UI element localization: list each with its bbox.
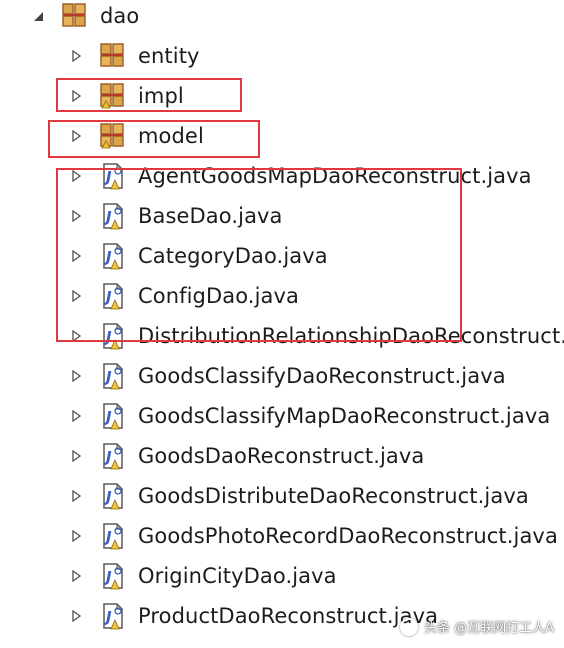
collapsed-arrow-icon[interactable] — [68, 168, 84, 184]
collapsed-arrow-icon[interactable] — [68, 368, 84, 384]
watermark-logo-icon — [399, 617, 418, 636]
tree-node-java-file[interactable]: J GoodsDistributeDaoReconstruct.java — [0, 476, 564, 516]
package-icon — [60, 1, 90, 31]
collapsed-arrow-icon[interactable] — [68, 208, 84, 224]
tree-node-label: BaseDao.java — [138, 204, 283, 228]
collapsed-arrow-icon[interactable] — [68, 528, 84, 544]
collapsed-arrow-icon[interactable] — [68, 608, 84, 624]
tree-node-label: GoodsClassifyMapDaoReconstruct.java — [138, 404, 551, 428]
java-interface-icon: J — [98, 561, 128, 591]
tree-node-label: OriginCityDao.java — [138, 564, 337, 588]
watermark-text: 头条 @互联网打工人A — [423, 621, 554, 636]
watermark: 头条 @互联网打工人A — [399, 617, 554, 636]
collapsed-arrow-icon[interactable] — [68, 328, 84, 344]
java-interface-icon: J — [98, 481, 128, 511]
tree-node-label: GoodsPhotoRecordDaoReconstruct.java — [138, 524, 558, 548]
collapsed-arrow-icon[interactable] — [68, 128, 84, 144]
collapsed-arrow-icon[interactable] — [68, 448, 84, 464]
collapsed-arrow-icon[interactable] — [68, 488, 84, 504]
package-explorer-tree: dao entity impl model J AgentGoodsMapDao… — [0, 0, 564, 648]
tree-node-java-file[interactable]: J GoodsClassifyDaoReconstruct.java — [0, 356, 564, 396]
tree-node-label: entity — [138, 44, 200, 68]
tree-node-label: AgentGoodsMapDaoReconstruct.java — [138, 164, 532, 188]
java-interface-icon: J — [98, 361, 128, 391]
package-icon — [98, 81, 128, 111]
tree-node-label: impl — [138, 84, 184, 108]
tree-node-label: model — [138, 124, 204, 148]
tree-node-label: DistributionRelationshipDaoReconstruct.j… — [138, 324, 564, 348]
java-interface-icon: J — [98, 441, 128, 471]
java-interface-icon: J — [98, 401, 128, 431]
collapsed-arrow-icon[interactable] — [68, 568, 84, 584]
tree-node-java-file[interactable]: J GoodsClassifyMapDaoReconstruct.java — [0, 396, 564, 436]
tree-node-entity[interactable]: entity — [0, 36, 260, 76]
tree-node-label: ConfigDao.java — [138, 284, 299, 308]
tree-node-label: dao — [100, 4, 140, 28]
tree-node-impl[interactable]: impl — [0, 76, 260, 116]
collapsed-arrow-icon[interactable] — [68, 248, 84, 264]
java-interface-icon: J — [98, 241, 128, 271]
tree-node-java-file[interactable]: J OriginCityDao.java — [0, 556, 564, 596]
tree-node-label: ProductDaoReconstruct.java — [138, 604, 439, 628]
java-interface-icon: J — [98, 521, 128, 551]
java-interface-icon: J — [98, 161, 128, 191]
tree-node-java-file[interactable]: J GoodsDaoReconstruct.java — [0, 436, 564, 476]
tree-node-dao[interactable]: dao — [0, 0, 200, 36]
expanded-arrow-icon[interactable] — [30, 8, 46, 24]
tree-node-label: GoodsDaoReconstruct.java — [138, 444, 425, 468]
collapsed-arrow-icon[interactable] — [68, 88, 84, 104]
tree-node-label: GoodsDistributeDaoReconstruct.java — [138, 484, 529, 508]
package-icon — [98, 121, 128, 151]
java-interface-icon: J — [98, 281, 128, 311]
tree-node-java-file[interactable]: J DistributionRelationshipDaoReconstruct.… — [0, 316, 564, 356]
tree-node-java-file[interactable]: J BaseDao.java — [0, 196, 564, 236]
java-interface-icon: J — [98, 321, 128, 351]
tree-node-java-file[interactable]: J CategoryDao.java — [0, 236, 564, 276]
tree-node-model[interactable]: model — [0, 116, 260, 156]
java-interface-icon: J — [98, 601, 128, 631]
java-interface-icon: J — [98, 201, 128, 231]
package-icon — [98, 41, 128, 71]
tree-node-label: CategoryDao.java — [138, 244, 328, 268]
tree-node-java-file[interactable]: J GoodsPhotoRecordDaoReconstruct.java — [0, 516, 564, 556]
collapsed-arrow-icon[interactable] — [68, 288, 84, 304]
collapsed-arrow-icon[interactable] — [68, 408, 84, 424]
tree-node-java-file[interactable]: J ConfigDao.java — [0, 276, 564, 316]
collapsed-arrow-icon[interactable] — [68, 48, 84, 64]
tree-node-java-file[interactable]: J AgentGoodsMapDaoReconstruct.java — [0, 156, 564, 196]
tree-node-label: GoodsClassifyDaoReconstruct.java — [138, 364, 506, 388]
